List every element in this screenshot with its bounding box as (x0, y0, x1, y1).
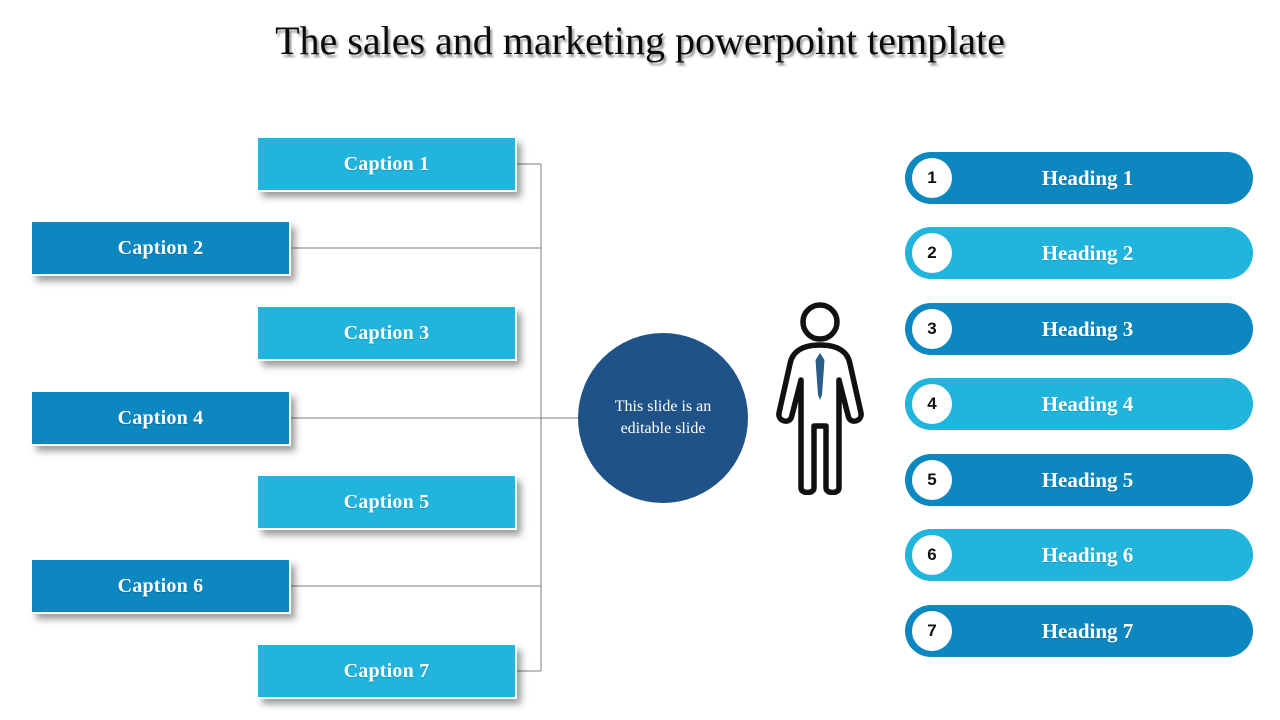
heading-pill-4[interactable]: 4 Heading 4 (905, 378, 1253, 430)
heading-label: Heading 2 (1041, 240, 1134, 265)
heading-number-badge: 7 (912, 611, 952, 651)
center-circle-text: This slide is an editable slide (614, 398, 712, 437)
heading-label: Heading 6 (1041, 542, 1134, 567)
caption-box-7[interactable]: Caption 7 (256, 643, 517, 699)
caption-label: Caption 2 (117, 236, 204, 259)
caption-box-5[interactable]: Caption 5 (256, 474, 517, 530)
person-figure-icon (776, 302, 864, 495)
heading-label: Heading 7 (1041, 618, 1134, 643)
heading-label: Heading 4 (1041, 391, 1134, 416)
page-title: The sales and marketing powerpoint templ… (275, 18, 1005, 63)
caption-label: Caption 6 (117, 574, 204, 597)
caption-label: Caption 5 (343, 490, 430, 513)
heading-label: Heading 1 (1041, 165, 1134, 190)
heading-number-badge: 3 (912, 309, 952, 349)
slide-canvas: The sales and marketing powerpoint templ… (0, 0, 1280, 720)
heading-number-badge: 4 (912, 384, 952, 424)
caption-box-4[interactable]: Caption 4 (30, 390, 291, 446)
heading-pill-3[interactable]: 3 Heading 3 (905, 303, 1253, 355)
heading-number-badge: 5 (912, 460, 952, 500)
heading-label: Heading 3 (1041, 316, 1134, 341)
heading-number-badge: 2 (912, 233, 952, 273)
heading-label: Heading 5 (1041, 467, 1134, 492)
caption-box-3[interactable]: Caption 3 (256, 305, 517, 361)
heading-pill-6[interactable]: 6 Heading 6 (905, 529, 1253, 581)
center-circle: This slide is an editable slide (578, 333, 748, 503)
heading-pill-2[interactable]: 2 Heading 2 (905, 227, 1253, 279)
heading-number-badge: 6 (912, 535, 952, 575)
caption-label: Caption 1 (343, 152, 430, 175)
heading-number-badge: 1 (912, 158, 952, 198)
caption-box-1[interactable]: Caption 1 (256, 136, 517, 192)
caption-box-2[interactable]: Caption 2 (30, 220, 291, 276)
caption-label: Caption 7 (343, 659, 430, 682)
caption-label: Caption 3 (343, 321, 430, 344)
heading-pill-7[interactable]: 7 Heading 7 (905, 605, 1253, 657)
caption-box-6[interactable]: Caption 6 (30, 558, 291, 614)
heading-pill-5[interactable]: 5 Heading 5 (905, 454, 1253, 506)
caption-label: Caption 4 (117, 406, 204, 429)
heading-pill-1[interactable]: 1 Heading 1 (905, 152, 1253, 204)
